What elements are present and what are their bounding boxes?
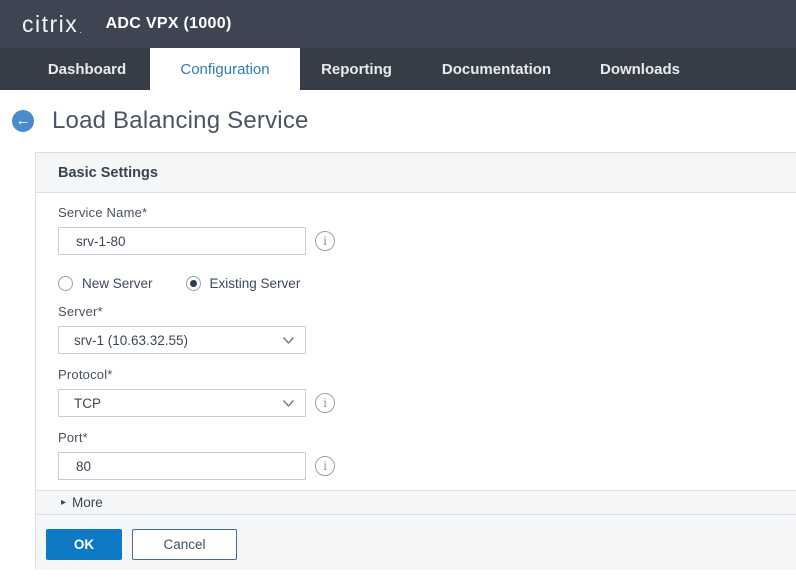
basic-settings-panel: Basic Settings Service Name* i New Serve… — [35, 152, 796, 569]
cancel-button[interactable]: Cancel — [132, 529, 237, 560]
info-icon[interactable]: i — [315, 456, 335, 476]
main-nav: Dashboard Configuration Reporting Docume… — [0, 48, 796, 90]
section-title: Basic Settings — [58, 165, 158, 181]
panel-footer: OK Cancel — [36, 515, 796, 570]
panel-section-header: Basic Settings — [36, 153, 796, 193]
service-name-row: i — [58, 227, 796, 255]
protocol-select[interactable]: TCP — [58, 389, 306, 417]
port-input[interactable] — [58, 452, 306, 480]
protocol-row: TCP i — [58, 389, 796, 417]
app-header: citrix. ADC VPX (1000) — [0, 0, 796, 48]
radio-circle-selected-icon — [186, 276, 201, 291]
server-type-radio-group: New Server Existing Server — [58, 276, 796, 291]
page-title-row: ← Load Balancing Service — [0, 90, 796, 152]
panel-body: Service Name* i New Server Existing Serv… — [36, 193, 796, 490]
ok-button[interactable]: OK — [46, 529, 122, 560]
page-title: Load Balancing Service — [52, 107, 309, 135]
server-label: Server* — [58, 291, 796, 319]
citrix-logo[interactable]: citrix. — [22, 11, 84, 38]
tab-downloads[interactable]: Downloads — [580, 48, 700, 90]
radio-new-server[interactable]: New Server — [58, 276, 153, 291]
citrix-logo-trademark-dot: . — [79, 25, 83, 36]
existing-server-label: Existing Server — [210, 276, 301, 291]
new-server-label: New Server — [82, 276, 153, 291]
radio-circle-icon — [58, 276, 73, 291]
chevron-down-icon — [282, 399, 295, 408]
radio-existing-server[interactable]: Existing Server — [186, 276, 301, 291]
info-icon[interactable]: i — [315, 393, 335, 413]
tab-dashboard[interactable]: Dashboard — [24, 48, 150, 90]
tab-reporting[interactable]: Reporting — [300, 48, 413, 90]
citrix-logo-text: citrix — [22, 11, 78, 38]
server-select[interactable]: srv-1 (10.63.32.55) — [58, 326, 306, 354]
tab-documentation[interactable]: Documentation — [413, 48, 580, 90]
more-label: More — [72, 495, 103, 510]
server-select-value: srv-1 (10.63.32.55) — [74, 333, 282, 348]
protocol-label: Protocol* — [58, 354, 796, 382]
more-expander[interactable]: ▸ More — [36, 490, 796, 515]
port-row: i — [58, 452, 796, 480]
service-name-input[interactable] — [58, 227, 306, 255]
back-arrow-icon[interactable]: ← — [12, 110, 34, 132]
product-title: ADC VPX (1000) — [106, 15, 232, 33]
server-row: srv-1 (10.63.32.55) — [58, 326, 796, 354]
triangle-right-icon: ▸ — [61, 497, 66, 508]
info-icon[interactable]: i — [315, 231, 335, 251]
protocol-select-value: TCP — [74, 396, 282, 411]
port-label: Port* — [58, 417, 796, 445]
service-name-label: Service Name* — [58, 193, 796, 220]
tab-configuration[interactable]: Configuration — [150, 48, 300, 90]
chevron-down-icon — [282, 336, 295, 345]
